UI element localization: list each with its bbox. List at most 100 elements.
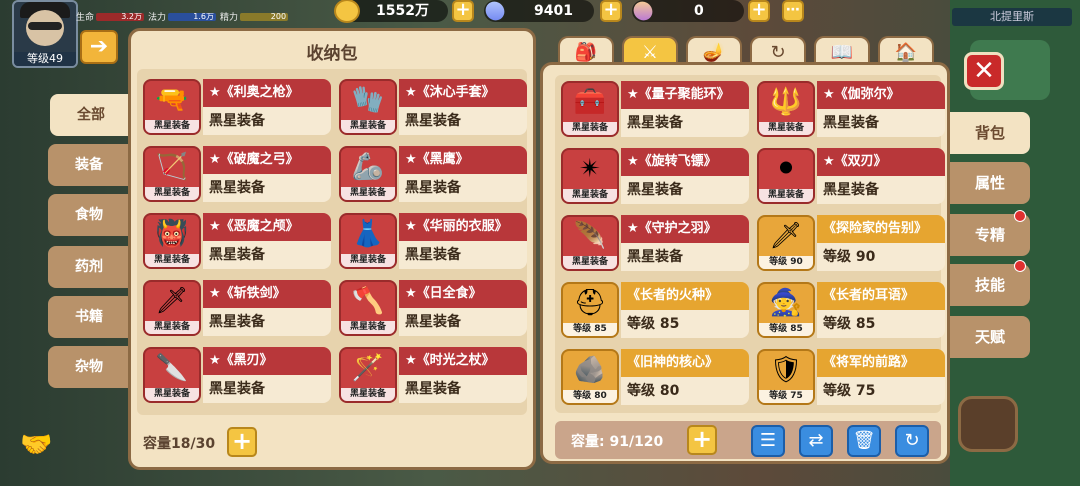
category-label: 书籍 — [75, 309, 103, 325]
item-card[interactable]: 🪄 黑星装备 ★《时光之杖》 黑星装备 — [339, 345, 527, 403]
diamond-value: 9401 — [534, 3, 573, 19]
item-name: ★《日全食》 — [399, 280, 527, 308]
item-name: ★《沐心手套》 — [399, 79, 527, 107]
glove-icon: 🧤 — [351, 85, 385, 115]
item-name: ★《伽弥尔》 — [817, 81, 945, 109]
crystal-value: 0 — [694, 3, 704, 19]
item-subtitle: 黑星装备 — [399, 241, 527, 269]
bow-icon: 🏹 — [155, 152, 189, 182]
item-subtitle: 黑星装备 — [399, 174, 527, 202]
diamond-counter: 9401 — [481, 0, 594, 25]
item-subtitle: 等级 75 — [817, 377, 945, 405]
item-name: 《旧神的核心》 — [621, 349, 749, 377]
item-card[interactable]: ⚫ 黑星装备 ★《双刃》 黑星装备 — [757, 146, 945, 204]
refresh-button[interactable]: ↻ — [895, 425, 929, 457]
player-level: 等级49 — [14, 52, 76, 66]
backpack-latch — [958, 396, 1018, 452]
item-icon-box: ⛑ 等级 85 — [561, 282, 619, 338]
player-stats: 生命 3.2万 法力 1.6万 精力 200 — [76, 10, 289, 23]
side-tab-skills[interactable]: 技能 — [950, 260, 1030, 306]
item-icon-box: 🛡 等级 75 — [757, 349, 815, 405]
item-name: ★《双刃》 — [817, 148, 945, 176]
item-card[interactable]: 🧤 黑星装备 ★《沐心手套》 黑星装备 — [339, 77, 527, 135]
item-subtitle: 黑星装备 — [203, 174, 331, 202]
trash-button[interactable]: 🗑 — [847, 425, 881, 457]
item-card[interactable]: 👗 黑星装备 ★《华丽的衣服》 黑星装备 — [339, 211, 527, 269]
item-card[interactable]: 🧙 等级 85 《长者的耳语》 等级 85 — [757, 280, 945, 338]
list-sort-button[interactable]: ☰ — [751, 425, 785, 457]
side-tab-talents[interactable]: 天赋 — [950, 316, 1030, 358]
close-button[interactable]: ✕ — [964, 52, 1004, 90]
item-card[interactable]: 🦾 黑星装备 ★《黑鹰》 黑星装备 — [339, 144, 527, 202]
item-name: ★《黑鹰》 — [399, 146, 527, 174]
item-card[interactable]: 👹 黑星装备 ★《恶魔之颅》 黑星装备 — [143, 211, 331, 269]
item-tag: 黑星装备 — [145, 321, 199, 334]
item-card[interactable]: 🧰 黑星装备 ★《量子聚能环》 黑星装备 — [561, 79, 749, 137]
item-icon-box: 👹 黑星装备 — [143, 213, 201, 269]
gold-counter: 1552万 — [334, 0, 448, 23]
side-tab-backpack[interactable]: 背包 — [950, 112, 1030, 154]
item-card[interactable]: 🪓 黑星装备 ★《日全食》 黑星装备 — [339, 278, 527, 336]
item-name: ★《华丽的衣服》 — [399, 213, 527, 241]
demon-skull-icon: 👹 — [155, 219, 189, 249]
handshake-icon[interactable]: 🤝 — [20, 430, 70, 470]
item-name: ★《守护之羽》 — [621, 215, 749, 243]
item-name: 《将军的前路》 — [817, 349, 945, 377]
side-tab-attributes[interactable]: 属性 — [950, 162, 1030, 204]
add-crystal-button[interactable]: + — [748, 0, 770, 22]
category-food[interactable]: 食物 — [48, 194, 130, 236]
item-name: 《长者的耳语》 — [817, 282, 945, 310]
item-card[interactable]: 🛡 等级 75 《将军的前路》 等级 75 — [757, 347, 945, 405]
item-card[interactable]: 🔫 黑星装备 ★《利奥之枪》 黑星装备 — [143, 77, 331, 135]
item-name: ★《量子聚能环》 — [621, 81, 749, 109]
item-card[interactable]: 🪨 等级 80 《旧神的核心》 等级 80 — [561, 347, 749, 405]
side-tab-mastery[interactable]: 专精 — [950, 210, 1030, 256]
hp-bar: 3.2万 — [96, 12, 145, 21]
item-card[interactable]: 🏹 黑星装备 ★《破魔之弓》 黑星装备 — [143, 144, 331, 202]
lamp-icon: 🪔 — [702, 42, 726, 63]
swap-button[interactable]: ⇄ — [799, 425, 833, 457]
item-subtitle: 黑星装备 — [203, 308, 331, 336]
panel-title: 收纳包 — [306, 44, 358, 64]
notification-dot — [1014, 260, 1026, 272]
category-all[interactable]: 全部 — [50, 94, 136, 136]
more-menu-button[interactable]: ⋯ — [782, 0, 804, 22]
item-card[interactable]: 🪶 黑星装备 ★《守护之羽》 黑星装备 — [561, 213, 749, 271]
category-equipment[interactable]: 装备 — [48, 144, 130, 186]
category-misc[interactable]: 杂物 — [48, 346, 130, 388]
item-tag: 黑星装备 — [145, 254, 199, 267]
item-icon-box: 🪨 等级 80 — [561, 349, 619, 405]
category-books[interactable]: 书籍 — [48, 296, 130, 338]
item-tag: 等级 75 — [759, 390, 813, 403]
add-diamond-button[interactable]: + — [600, 0, 622, 22]
storage-item-grid: 🔫 黑星装备 ★《利奥之枪》 黑星装备 🧤 黑星装备 ★《沐心手套》 黑星装备 🏹 黑星装备 ★《破… — [137, 69, 527, 415]
backpack-capacity: 容量: 91/120 — [571, 434, 664, 450]
expand-storage-button[interactable]: + — [227, 427, 257, 457]
player-avatar[interactable]: 等级49 — [12, 0, 78, 68]
add-gold-button[interactable]: + — [452, 0, 474, 22]
item-icon-box: 🗡 等级 90 — [757, 215, 815, 271]
category-label: 装备 — [75, 157, 103, 173]
side-tab-label: 专精 — [974, 226, 1005, 244]
item-tag: 黑星装备 — [145, 120, 199, 133]
item-card[interactable]: 🗡 黑星装备 ★《斩铁剑》 黑星装备 — [143, 278, 331, 336]
side-tab-label: 天赋 — [974, 328, 1005, 346]
item-subtitle: 黑星装备 — [817, 109, 945, 137]
item-tag: 黑星装备 — [341, 388, 395, 401]
category-potions[interactable]: 药剂 — [48, 246, 130, 288]
item-tag: 黑星装备 — [563, 256, 617, 269]
item-tag: 等级 80 — [563, 390, 617, 403]
item-icon-box: 🔫 黑星装备 — [143, 79, 201, 135]
expand-backpack-button[interactable]: + — [687, 425, 717, 455]
item-card[interactable]: ✴ 黑星装备 ★《旋转飞镖》 黑星装备 — [561, 146, 749, 204]
item-card[interactable]: ⛑ 等级 85 《长者的火种》 等级 85 — [561, 280, 749, 338]
item-name: ★《破魔之弓》 — [203, 146, 331, 174]
item-card[interactable]: 🔪 黑星装备 ★《黑刃》 黑星装备 — [143, 345, 331, 403]
item-card[interactable]: 🔱 黑星装备 ★《伽弥尔》 黑星装备 — [757, 79, 945, 137]
item-subtitle: 黑星装备 — [203, 241, 331, 269]
transfer-arrow-button[interactable]: ➔ — [80, 30, 118, 64]
item-card[interactable]: 🗡 等级 90 《探险家的告别》 等级 90 — [757, 213, 945, 271]
item-tag: 等级 90 — [759, 256, 813, 269]
storage-capacity: 容量18/30 — [143, 436, 216, 452]
staff-icon: 🪄 — [351, 353, 385, 383]
